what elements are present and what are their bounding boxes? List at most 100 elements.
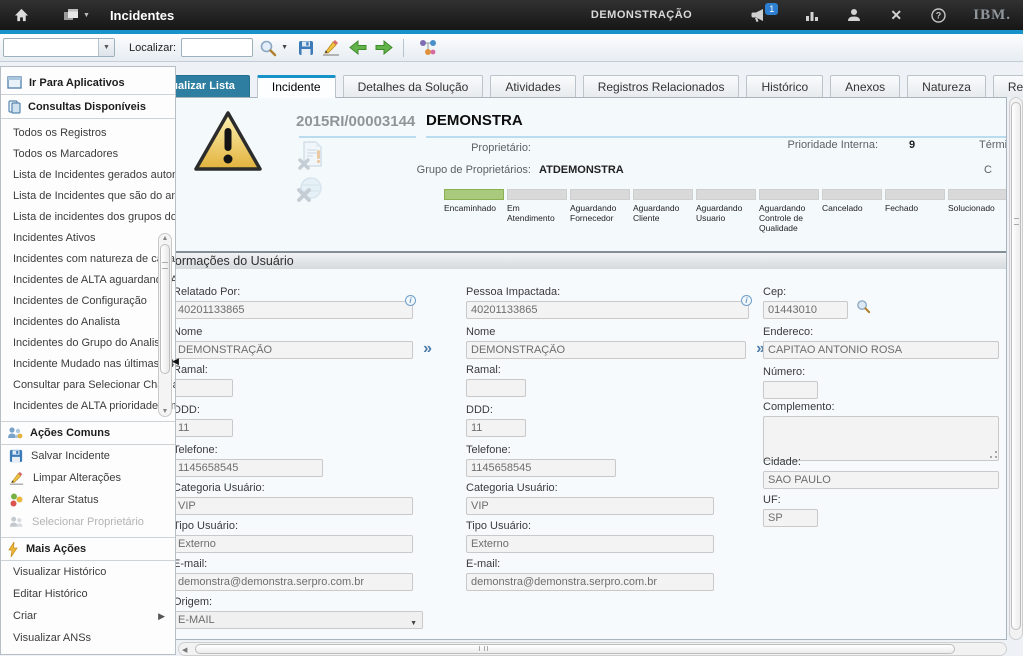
horizontal-scrollbar[interactable]: ◀: [178, 642, 1007, 656]
tab-natureza[interactable]: Natureza: [907, 75, 986, 97]
no-global-issue-icon[interactable]: [296, 176, 324, 209]
current-user-label: DEMONSTRAÇÃO: [591, 9, 692, 21]
profile-icon[interactable]: [845, 7, 863, 23]
reported-ddd-input[interactable]: [173, 419, 233, 437]
reported-email-input[interactable]: [173, 573, 413, 591]
reported-category-input[interactable]: [173, 497, 413, 515]
impacted-person-input[interactable]: [466, 301, 749, 319]
sidebar-item-go-to-apps[interactable]: Ir Para Aplicativos: [1, 71, 175, 95]
query-item[interactable]: Incidentes com natureza de capacidade: [1, 249, 176, 270]
scroll-up-arrow-icon[interactable]: ▲: [159, 235, 171, 242]
query-item[interactable]: Incidentes de ALTA aguardando Anál...: [1, 270, 176, 291]
reported-ramal-input[interactable]: [173, 379, 233, 397]
main-content: Visualizar Lista Incidente Detalhes da S…: [140, 62, 1023, 655]
tab-incidente[interactable]: Incidente: [257, 75, 336, 98]
reported-phone-input[interactable]: [173, 459, 323, 477]
query-item[interactable]: Consultar para Selecionar Chamado...: [1, 375, 176, 396]
reported-by-input[interactable]: [173, 301, 413, 319]
address-input[interactable]: [763, 341, 999, 359]
impacted-ddd-input[interactable]: [466, 419, 526, 437]
applications-menu-caret-icon[interactable]: ▼: [83, 12, 90, 19]
city-input[interactable]: [763, 471, 999, 489]
impacted-ramal-input[interactable]: [466, 379, 526, 397]
dropdown-caret-icon[interactable]: ▼: [410, 617, 417, 630]
impacted-email-input[interactable]: [466, 573, 714, 591]
workflow-icon[interactable]: [418, 38, 438, 57]
query-item[interactable]: Incidentes do Grupo do Analista: [1, 333, 176, 354]
action-view-history[interactable]: Visualizar Histórico: [1, 561, 175, 583]
save-icon[interactable]: [298, 40, 314, 56]
field-number: Número:: [763, 366, 818, 399]
field-impacted-person: Pessoa Impactada: i: [466, 286, 749, 319]
sidebar-collapse-arrow-icon[interactable]: ◀: [172, 356, 179, 367]
reported-name-input[interactable]: [173, 341, 413, 359]
tab-historico[interactable]: Histórico: [746, 75, 823, 97]
next-record-icon[interactable]: [374, 39, 393, 56]
previous-record-icon[interactable]: [349, 39, 368, 56]
user-info-form: Relatado Por: i Nome » Ramal: DDD: Telef…: [141, 269, 1007, 640]
impacted-phone-input[interactable]: [466, 459, 616, 477]
tab-resumo[interactable]: Resumo: [993, 75, 1023, 97]
sign-out-icon[interactable]: ✕: [887, 7, 905, 23]
query-item[interactable]: Lista de Incidentes gerados automatic...: [1, 165, 176, 186]
action-edit-history[interactable]: Editar Histórico: [1, 583, 175, 605]
search-icon[interactable]: [259, 39, 277, 57]
cep-input[interactable]: [763, 301, 848, 319]
scroll-down-arrow-icon[interactable]: ▼: [159, 408, 171, 415]
query-item[interactable]: Incidentes Ativos: [1, 228, 176, 249]
vertical-scrollbar-thumb[interactable]: [1011, 102, 1021, 630]
horizontal-scrollbar-thumb[interactable]: [195, 644, 955, 654]
vertical-scrollbar[interactable]: [1009, 97, 1023, 640]
detail-chevron-icon[interactable]: »: [423, 340, 432, 358]
svg-text:?: ?: [936, 10, 942, 20]
info-icon[interactable]: i: [405, 295, 416, 306]
query-item[interactable]: Incidentes de Configuração: [1, 291, 176, 312]
origin-dropdown[interactable]: E-MAIL ▼: [173, 611, 423, 629]
no-solution-document-icon[interactable]: [298, 140, 324, 175]
action-view-slas[interactable]: Visualizar ANSs: [1, 627, 175, 649]
sidebar-scrollbar[interactable]: ▲ ▼: [158, 233, 172, 417]
clear-changes-icon[interactable]: [322, 39, 341, 56]
tab-detalhes-da-solucao[interactable]: Detalhes da Solução: [343, 75, 484, 97]
find-input[interactable]: [181, 38, 253, 57]
home-icon[interactable]: [12, 7, 30, 23]
search-options-caret-icon[interactable]: ▼: [281, 44, 288, 51]
query-item[interactable]: Incidentes de ALTA prioridade em AT...: [1, 396, 176, 417]
record-combobox[interactable]: ▼: [3, 38, 115, 57]
summary-underline: [426, 136, 1007, 138]
uf-input[interactable]: [763, 509, 818, 527]
query-item[interactable]: Incidente Mudado nas últimas 24 horas: [1, 354, 176, 375]
action-save-incident[interactable]: Salvar Incidente: [1, 445, 175, 467]
reported-type-input[interactable]: [173, 535, 413, 553]
impacted-category-input[interactable]: [466, 497, 714, 515]
tab-registros-relacionados[interactable]: Registros Relacionados: [583, 75, 740, 97]
query-item[interactable]: Todos os Registros: [1, 123, 176, 144]
reports-icon[interactable]: [803, 7, 821, 23]
select-owner-icon: [9, 515, 24, 529]
action-clear-changes[interactable]: Limpar Alterações: [1, 467, 175, 489]
sidebar-section-queries[interactable]: Consultas Disponíveis: [1, 95, 175, 119]
query-item[interactable]: Todos os Marcadores: [1, 144, 176, 165]
tab-atividades[interactable]: Atividades: [490, 75, 575, 97]
query-item[interactable]: Incidentes do Analista: [1, 312, 176, 333]
id-underline: [299, 136, 416, 138]
info-icon[interactable]: i: [741, 295, 752, 306]
action-create[interactable]: Criar▶: [1, 605, 175, 627]
record-combobox-caret-icon[interactable]: ▼: [98, 39, 114, 56]
query-item[interactable]: Lista de Incidentes que são do analist..…: [1, 186, 176, 207]
help-icon[interactable]: ?: [929, 7, 947, 23]
action-attachments-library[interactable]: Biblioteca/Pastas de anexos▶: [1, 649, 175, 655]
action-change-status[interactable]: Alterar Status: [1, 489, 175, 511]
applications-menu-icon[interactable]: [62, 7, 80, 23]
priority-value: 9: [909, 139, 915, 151]
query-item[interactable]: Lista de incidentes dos grupos do an...: [1, 207, 176, 228]
scroll-left-arrow-icon[interactable]: ◀: [182, 646, 187, 654]
impacted-type-input[interactable]: [466, 535, 714, 553]
tab-anexos[interactable]: Anexos: [830, 75, 900, 97]
cep-search-icon[interactable]: [856, 299, 871, 319]
number-input[interactable]: [763, 381, 818, 399]
impacted-name-input[interactable]: [466, 341, 746, 359]
vertical-scrollbar-grip: [1014, 218, 1019, 225]
complement-textarea[interactable]: [763, 416, 999, 461]
incident-summary: DEMONSTRA: [426, 112, 523, 129]
